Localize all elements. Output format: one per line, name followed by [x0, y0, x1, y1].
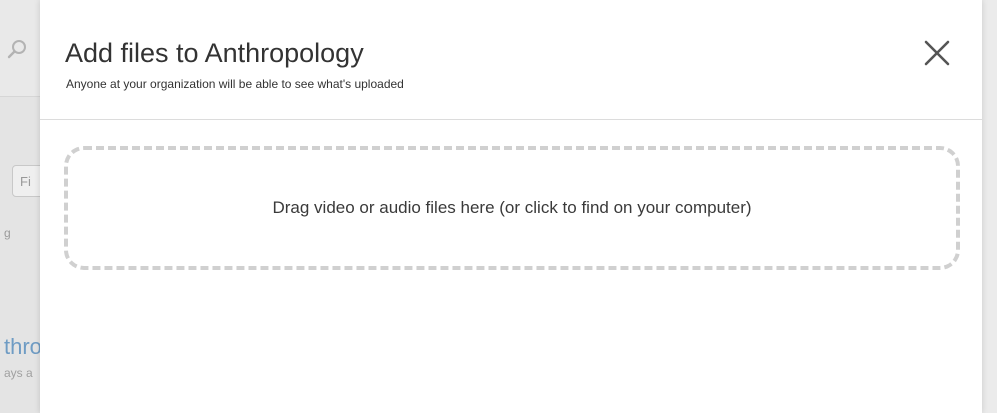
file-dropzone[interactable]: Drag video or audio files here (or click… [64, 146, 960, 270]
background-item-meta: ays a [4, 366, 33, 380]
search-icon [6, 38, 28, 60]
background-right-edge [982, 0, 997, 413]
close-button[interactable] [918, 36, 956, 74]
background-label: g [4, 226, 11, 240]
modal-subtitle: Anyone at your organization will be able… [66, 77, 404, 91]
close-icon [924, 40, 950, 71]
dropzone-instructions: Drag video or audio files here (or click… [272, 198, 752, 217]
modal-title: Add files to Anthropology [65, 38, 364, 68]
add-files-modal: Add files to Anthropology Anyone at your… [40, 0, 982, 413]
modal-header: Add files to Anthropology Anyone at your… [40, 0, 982, 120]
background-item-link: thro [4, 334, 42, 359]
